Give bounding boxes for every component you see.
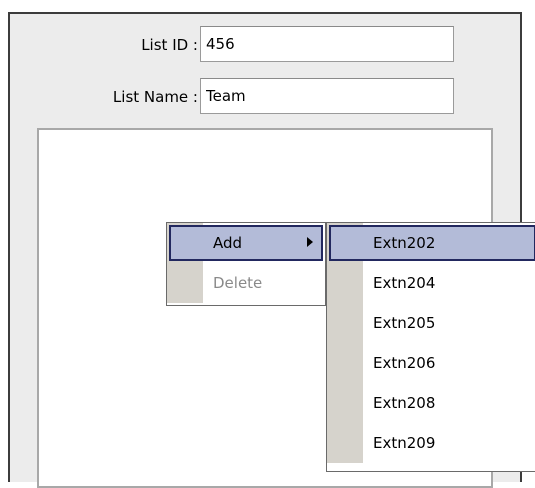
submenu-item-extn204[interactable]: Extn204 — [327, 263, 535, 303]
list-id-input[interactable] — [200, 26, 454, 62]
menu-gutter — [167, 263, 203, 303]
menu-gutter — [327, 343, 363, 383]
submenu-item-label: Extn204 — [373, 274, 436, 292]
menu-item-add-label: Add — [213, 234, 243, 252]
menu-gutter — [327, 383, 363, 423]
submenu-arrow-icon — [307, 237, 313, 247]
menu-item-delete-label: Delete — [213, 274, 263, 292]
submenu-item-extn202[interactable]: Extn202 — [327, 223, 535, 263]
submenu-item-extn206[interactable]: Extn206 — [327, 343, 535, 383]
submenu-item-extn209[interactable]: Extn209 — [327, 423, 535, 463]
submenu-item-label: Extn206 — [373, 354, 436, 372]
menu-highlight — [169, 225, 323, 261]
submenu-item-label: Extn202 — [373, 234, 436, 252]
submenu-item-label: Extn209 — [373, 434, 436, 452]
submenu-item-label: Extn208 — [373, 394, 436, 412]
menu-item-delete: Delete — [167, 263, 325, 303]
context-menu: Add Delete — [166, 222, 326, 306]
submenu-item-extn208[interactable]: Extn208 — [327, 383, 535, 423]
list-name-input[interactable] — [200, 78, 454, 114]
menu-gutter — [327, 263, 363, 303]
add-submenu: Extn202 Extn204 Extn205 Extn206 Extn208 … — [326, 222, 535, 472]
menu-gutter — [327, 423, 363, 463]
list-id-label: List ID : — [141, 36, 198, 54]
menu-gutter — [327, 303, 363, 343]
list-name-label: List Name : — [112, 88, 198, 106]
menu-item-add[interactable]: Add — [167, 223, 325, 263]
submenu-item-label: Extn205 — [373, 314, 436, 332]
submenu-item-extn205[interactable]: Extn205 — [327, 303, 535, 343]
